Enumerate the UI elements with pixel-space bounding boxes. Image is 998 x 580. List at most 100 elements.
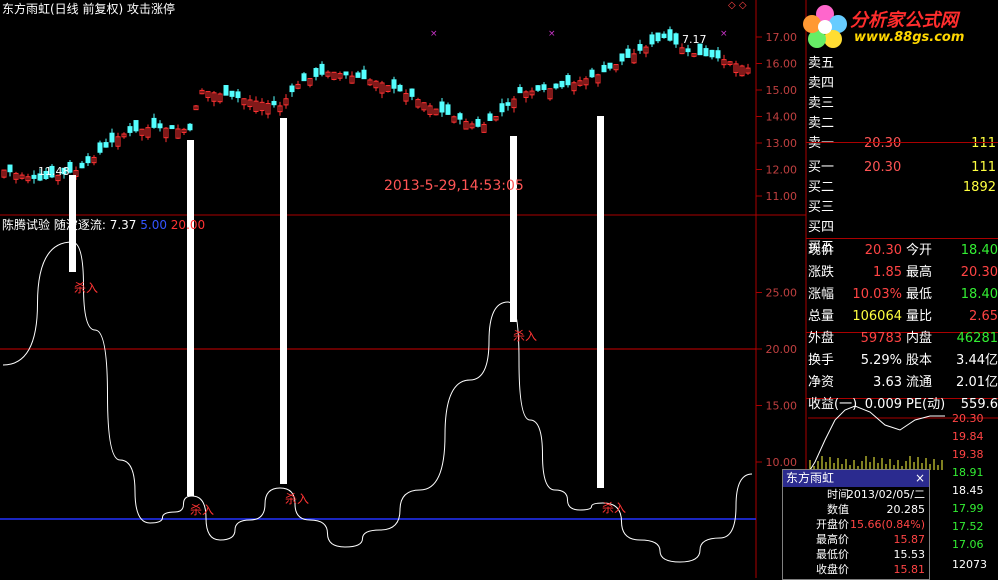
data-popup[interactable]: 东方雨虹 × 时间 2013/02/05/二 数值 20.285 开盘价 15.66(0.… bbox=[782, 469, 930, 580]
order-label: 买四 bbox=[808, 220, 835, 235]
candle-body bbox=[589, 69, 595, 78]
flower-logo-icon bbox=[803, 5, 847, 48]
candle-body bbox=[703, 48, 709, 57]
stat-value: 1.85 bbox=[873, 265, 902, 280]
marker-icon: × bbox=[720, 29, 728, 39]
signal-bar bbox=[597, 116, 604, 488]
order-label: 买二 bbox=[808, 180, 835, 195]
order-book-row: 买四 bbox=[808, 218, 998, 238]
candle-body bbox=[301, 73, 307, 82]
popup-row: 开盘价 15.66(0.84%) bbox=[783, 517, 929, 532]
candle-body bbox=[655, 32, 661, 42]
stat-label: 总量 bbox=[808, 309, 835, 324]
signal-label: 杀入 bbox=[602, 500, 626, 515]
stat-value: 106064 bbox=[852, 309, 902, 324]
signal-label: 杀入 bbox=[190, 502, 214, 517]
candle-body bbox=[553, 83, 559, 89]
y-tick-label: 15.00 bbox=[766, 400, 798, 413]
candle-body bbox=[343, 71, 349, 76]
divider bbox=[806, 142, 998, 143]
popup-value: 15.87 bbox=[893, 533, 926, 546]
popup-header[interactable]: 东方雨虹 × bbox=[783, 470, 929, 487]
stat-value: 20.30 bbox=[960, 265, 998, 280]
mini-tick-label: 17.99 bbox=[952, 502, 984, 515]
popup-row: 时间 2013/02/05/二 bbox=[783, 487, 929, 502]
stats-row: 收益(一) 0.009 PE(动) 559.6 bbox=[808, 394, 998, 416]
stat-value: 2.65 bbox=[969, 309, 998, 324]
mini-tick-label: 19.84 bbox=[952, 430, 984, 443]
mini-tick-label: 17.06 bbox=[952, 538, 984, 551]
stat-label: 流通 bbox=[906, 375, 933, 390]
candle-body bbox=[625, 48, 631, 58]
popup-row: 数值 20.285 bbox=[783, 502, 929, 517]
timestamp-label: 2013-5-29,14:53:05 bbox=[384, 178, 524, 194]
y-tick-label: 15.00 bbox=[766, 84, 798, 97]
stat-value: 2.01亿 bbox=[956, 375, 998, 390]
order-volume: 1892 bbox=[962, 180, 996, 195]
stats-row: 涨跌 1.85 最高 20.30 bbox=[808, 262, 998, 284]
order-book-row: 买三 bbox=[808, 198, 998, 218]
stat-value: 10.03% bbox=[852, 287, 902, 302]
stat-value: 559.6 bbox=[960, 397, 998, 412]
indicator-value-2: 5.00 bbox=[140, 218, 167, 232]
candle-body bbox=[487, 113, 493, 121]
candle-body bbox=[601, 64, 607, 73]
candle-body bbox=[103, 142, 109, 148]
candle-body bbox=[151, 117, 157, 128]
site-logo: 分析家公式网 www.88gs.com bbox=[798, 0, 998, 52]
candle-body bbox=[319, 63, 325, 75]
candle-body bbox=[229, 90, 235, 97]
order-book-row: 卖三 bbox=[808, 94, 998, 114]
candle-body bbox=[223, 85, 229, 96]
stat-value: 18.40 bbox=[960, 287, 998, 302]
popup-value: 15.53 bbox=[893, 548, 926, 561]
candle-body bbox=[289, 85, 295, 93]
candle-body bbox=[109, 132, 115, 143]
window-buttons[interactable]: ◇ ◇ bbox=[728, 0, 747, 11]
mini-tick-label: 19.38 bbox=[952, 448, 984, 461]
candle-body bbox=[517, 87, 523, 94]
y-tick-label: 16.00 bbox=[766, 58, 798, 71]
signal-label: 杀入 bbox=[285, 491, 309, 506]
marker-icon: × bbox=[430, 29, 438, 39]
stats-row: 换手 5.29% 股本 3.44亿 bbox=[808, 350, 998, 372]
signal-bar bbox=[280, 118, 287, 484]
logo-text: 分析家公式网 bbox=[850, 10, 958, 31]
y-tick-label: 25.00 bbox=[766, 287, 798, 300]
stats-row: 现价 20.30 今开 18.40 bbox=[808, 240, 998, 262]
popup-key: 时间 bbox=[827, 488, 849, 501]
candle-body bbox=[439, 101, 445, 113]
close-icon[interactable]: × bbox=[915, 470, 925, 487]
stat-value: 3.63 bbox=[873, 375, 902, 390]
candle-body bbox=[559, 80, 565, 88]
candle-body bbox=[535, 85, 541, 91]
price-annotation: 11.48 bbox=[38, 165, 70, 178]
popup-value: 15.81 bbox=[893, 563, 926, 576]
candle-body bbox=[475, 119, 481, 127]
candle-body bbox=[685, 48, 691, 53]
order-book: 卖五 卖四 卖三 卖二 卖一 20.30 111 买一 20.30 111 买二 1892 买三 买四 买五 bbox=[808, 54, 998, 258]
candle-body bbox=[85, 156, 91, 164]
popup-title: 东方雨虹 bbox=[786, 471, 835, 485]
indicator-value-3: 20.00 bbox=[170, 218, 206, 232]
order-book-row: 买二 1892 bbox=[808, 178, 998, 198]
candle-body bbox=[619, 53, 625, 62]
y-tick-label: 10.00 bbox=[766, 456, 798, 469]
mini-tick-label: 17.52 bbox=[952, 520, 984, 533]
popup-key: 最高价 bbox=[816, 533, 849, 546]
candle-body bbox=[673, 33, 679, 45]
y-tick-label: 12.00 bbox=[766, 164, 798, 177]
stat-value: 0.009 bbox=[864, 397, 902, 412]
order-label: 卖四 bbox=[808, 76, 835, 91]
order-book-row: 卖二 bbox=[808, 114, 998, 134]
signal-label: 杀入 bbox=[74, 280, 98, 295]
y-tick-label: 20.00 bbox=[766, 343, 798, 356]
candle-body bbox=[127, 126, 133, 133]
stat-label: 涨幅 bbox=[808, 287, 835, 302]
signal-label: 杀入 bbox=[513, 328, 537, 343]
candle-body bbox=[157, 123, 163, 129]
mini-tick-label: 18.45 bbox=[952, 484, 984, 497]
candle-body bbox=[499, 103, 505, 113]
signal-bar bbox=[187, 140, 194, 496]
stat-label: 涨跌 bbox=[808, 265, 835, 280]
